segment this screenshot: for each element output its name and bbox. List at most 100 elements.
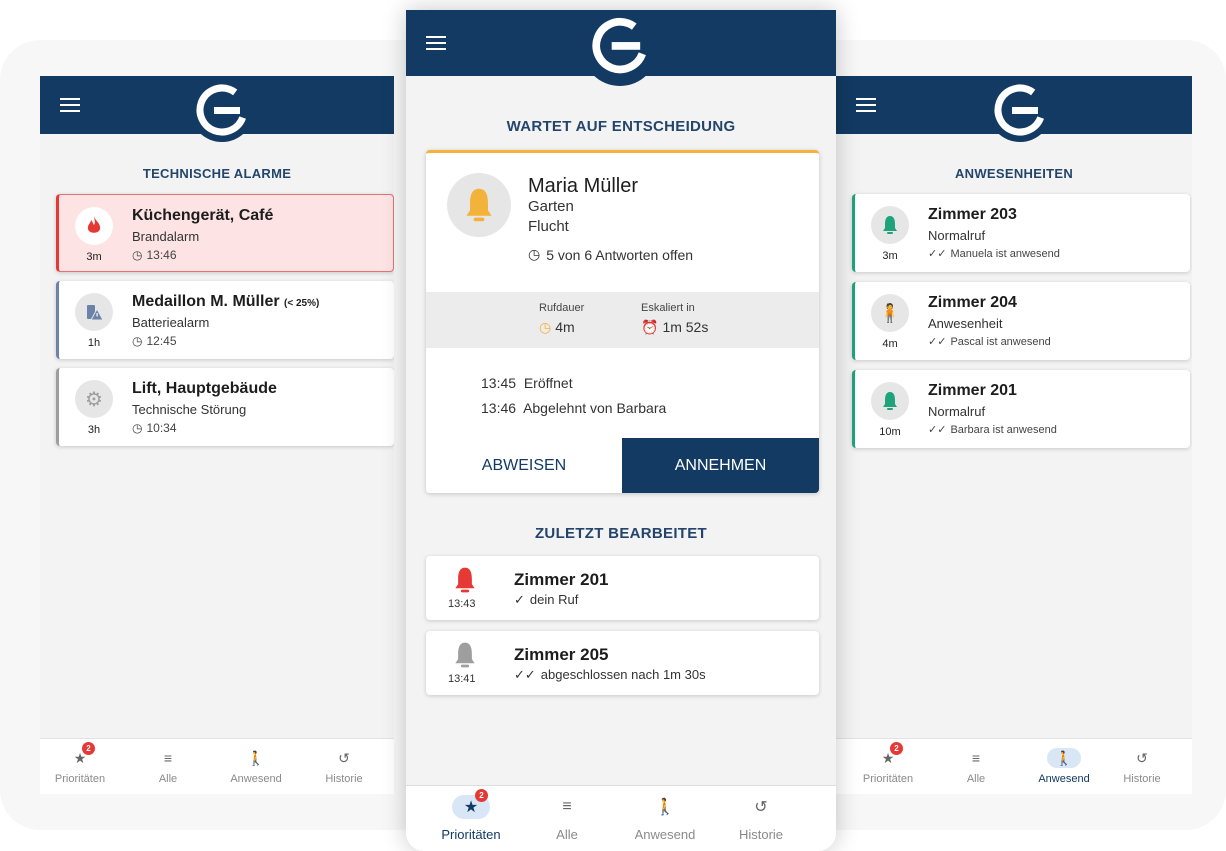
presence-info: ✓✓ Pascal ist anwesend (928, 335, 1051, 349)
star-icon: ★ 2 (63, 742, 97, 768)
history-icon: ↺ (1136, 749, 1148, 766)
escalation-value: ⏰ 1m 52s (641, 319, 709, 335)
room-title: Zimmer 204 (928, 294, 1017, 311)
bottom-navigation: ★ 2 Prioritäten ≡ Alle 🚶 Anwesend ↺ Histo… (406, 785, 836, 851)
accept-button[interactable]: ANNEHMEN (622, 438, 819, 493)
call-duration-label: Rufdauer (539, 302, 585, 314)
person-walking-icon: 🚶 (655, 799, 675, 816)
bell-icon (871, 206, 909, 244)
bottom-navigation: ★ 2 Prioritäten ≡ Alle 🚶 Anwesend ↺ Histo… (836, 738, 1192, 794)
nav-history[interactable]: ↺ Historie (716, 786, 806, 851)
alarm-age: 3h (87, 424, 101, 436)
alarm-card-battery[interactable]: 1h Medaillon M. Müller (< 25%) Batteriea… (56, 281, 394, 359)
alarm-time: ◷ 12:45 (132, 334, 177, 348)
nav-present[interactable]: 🚶 Anwesend (620, 786, 710, 851)
history-icon: ↺ (338, 749, 350, 766)
alarm-title: Lift, Hauptgebäude (132, 380, 277, 397)
nav-present[interactable]: 🚶 Anwesend (216, 739, 296, 794)
fire-icon (75, 207, 113, 245)
battery-level-note: (< 25%) (284, 298, 320, 309)
reject-button[interactable]: ABWEISEN (426, 438, 622, 493)
presence-card[interactable]: 3m Zimmer 203 Normalruf ✓✓ Manuela ist an… (852, 194, 1190, 272)
alarm-title: Medaillon M. Müller (< 25%) (132, 293, 320, 310)
alarm-time: ◷ 10:34 (132, 421, 177, 435)
recent-call-card[interactable]: 13:41 Zimmer 205 ✓✓ abgeschlossen nach 1m… (426, 631, 819, 695)
alarm-type: Batteriealarm (132, 315, 210, 330)
nav-all[interactable]: ≡ Alle (522, 786, 612, 851)
alarm-age: 1h (87, 337, 101, 349)
list-icon: ≡ (562, 798, 572, 815)
recent-call-card[interactable]: 13:43 Zimmer 201 ✓ dein Ruf (426, 556, 819, 620)
logo-icon (988, 78, 1052, 142)
double-check-icon: ✓✓ (928, 424, 947, 436)
escalation-label: Eskaliert in (641, 302, 695, 314)
logo-icon (190, 78, 254, 142)
section-title: ANWESENHEITEN (954, 166, 1074, 181)
room-title: Zimmer 205 (514, 645, 609, 664)
alarm-age: 3m (86, 251, 102, 263)
list-icon: ≡ (163, 750, 173, 766)
bell-icon (454, 566, 476, 599)
alarm-card-technical[interactable]: ⚙ 3h Lift, Hauptgebäude Technische Störu… (56, 368, 394, 446)
alarm-type: Brandalarm (132, 229, 200, 244)
nav-priorities[interactable]: ★ 2 Prioritäten (40, 739, 120, 794)
presence-info: ✓✓ Manuela ist anwesend (928, 247, 1060, 261)
nav-priorities[interactable]: ★ 2 Prioritäten (848, 739, 928, 794)
call-timing-bar: Rufdauer ◷ 4m Eskaliert in ⏰ 1m 52s (426, 292, 819, 348)
notification-badge: 2 (82, 742, 95, 755)
call-time: 13:43 (448, 598, 476, 610)
call-reason: Flucht (528, 218, 569, 235)
section-title: WARTET AUF ENTSCHEIDUNG (506, 118, 736, 135)
star-icon: ★ 2 (871, 742, 905, 768)
call-type: Normalruf (928, 404, 986, 419)
nav-all[interactable]: ≡ Alle (128, 739, 208, 794)
history-icon: ↺ (754, 799, 768, 816)
alarm-title: Küchengerät, Café (132, 207, 274, 224)
double-check-icon: ✓✓ (928, 336, 947, 348)
double-check-icon: ✓✓ (514, 667, 536, 682)
call-status: ✓✓ abgeschlossen nach 1m 30s (514, 667, 706, 682)
menu-icon[interactable] (60, 98, 80, 112)
menu-icon[interactable] (856, 98, 876, 112)
presence-info: ✓✓ Barbara ist anwesend (928, 423, 1057, 437)
battery-warning-icon (75, 293, 113, 331)
bottom-navigation: ★ 2 Prioritäten ≡ Alle 🚶 Anwesend ↺ Histo… (40, 738, 394, 794)
clock-icon: ◷ (132, 248, 143, 262)
nav-all[interactable]: ≡ Alle (936, 739, 1016, 794)
notification-badge: 2 (475, 789, 488, 802)
call-status: ✓ dein Ruf (514, 592, 579, 607)
room-title: Zimmer 201 (928, 382, 1017, 399)
nav-present[interactable]: 🚶 Anwesend (1024, 739, 1104, 794)
responses-info: ◷ 5 von 6 Antworten offen (528, 246, 694, 263)
nav-priorities[interactable]: ★ 2 Prioritäten (426, 786, 516, 851)
person-icon: 🧍 (871, 294, 909, 332)
presence-card[interactable]: 10m Zimmer 201 Normalruf ✓✓ Barbara ist a… (852, 370, 1190, 448)
nav-history[interactable]: ↺ Historie (304, 739, 384, 794)
bell-icon (447, 173, 511, 237)
menu-icon[interactable] (426, 36, 446, 50)
double-check-icon: ✓✓ (928, 248, 947, 260)
alarm-clock-icon: ⏰ (641, 319, 659, 335)
recent-section-title: ZULETZT BEARBEITET (534, 525, 708, 542)
clock-icon: ◷ (539, 319, 552, 335)
presence-age: 4m (882, 338, 898, 350)
presence-age: 10m (879, 426, 901, 438)
call-location: Garten (528, 198, 574, 215)
nav-history[interactable]: ↺ Historie (1102, 739, 1182, 794)
phone-awaiting-decision: WARTET AUF ENTSCHEIDUNG Maria Müller Gar… (406, 10, 836, 851)
person-walking-icon: 🚶 (1047, 748, 1081, 768)
logo-icon (582, 10, 658, 86)
presence-age: 3m (882, 250, 898, 262)
room-title: Zimmer 201 (514, 570, 609, 589)
call-time: 13:41 (448, 673, 476, 685)
phone-presences: ANWESENHEITEN 3m Zimmer 203 Normalruf ✓✓… (836, 76, 1192, 794)
room-title: Zimmer 203 (928, 206, 1017, 223)
check-circle-icon: ✓ (514, 592, 525, 607)
event-log-entry: 13:45 Eröffnet (481, 375, 573, 391)
section-title: TECHNISCHE ALARME (142, 166, 292, 181)
star-icon: ★ 2 (452, 789, 490, 819)
alarm-time: ◷ 13:46 (132, 248, 177, 262)
alarm-card-fire[interactable]: 3m Küchengerät, Café Brandalarm ◷ 13:46 (56, 194, 394, 272)
person-name: Maria Müller (528, 175, 639, 197)
presence-card[interactable]: 🧍 4m Zimmer 204 Anwesenheit ✓✓ Pascal ist… (852, 282, 1190, 360)
